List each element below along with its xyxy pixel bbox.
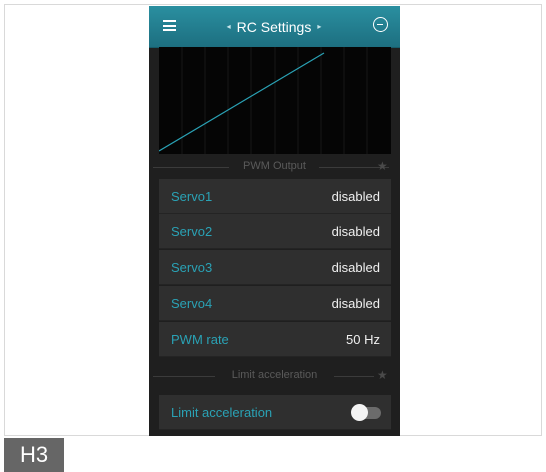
phone-screen: ◂ RC Settings ▸ PWM Output ★ Servo1 disa… — [149, 6, 400, 436]
row-value: 50 Hz — [346, 332, 380, 347]
response-curve-graph — [159, 47, 391, 154]
prev-page-arrow-icon[interactable]: ◂ — [227, 22, 231, 31]
section-title: PWM Output — [243, 160, 306, 172]
row-value: disabled — [331, 260, 380, 275]
section-title: Limit acceleration — [231, 369, 318, 381]
row-value: disabled — [331, 296, 380, 311]
toggle-knob — [351, 404, 368, 421]
list-item-servo4[interactable]: Servo4 disabled — [159, 286, 391, 321]
section-header-limit-acceleration: Limit acceleration ★ — [149, 366, 400, 386]
row-label: Servo1 — [171, 189, 213, 204]
row-label: Servo2 — [171, 224, 213, 239]
star-icon[interactable]: ★ — [377, 368, 388, 382]
section-header-pwm-output: PWM Output ★ — [149, 157, 400, 177]
list-item-pwm-rate[interactable]: PWM rate 50 Hz — [159, 322, 391, 357]
list-item-limit-acceleration[interactable]: Limit acceleration — [159, 395, 391, 430]
minus-circle-icon[interactable] — [373, 17, 388, 32]
list-item-servo1[interactable]: Servo1 disabled — [159, 179, 391, 214]
row-label: PWM rate — [171, 332, 229, 347]
limit-acceleration-toggle[interactable] — [351, 404, 382, 421]
star-icon[interactable]: ★ — [377, 159, 388, 173]
row-label: Limit acceleration — [171, 405, 273, 420]
section-tag: H3 — [4, 438, 64, 472]
list-item-servo2[interactable]: Servo2 disabled — [159, 214, 391, 249]
top-app-bar: ◂ RC Settings ▸ — [149, 6, 400, 48]
next-page-arrow-icon[interactable]: ▸ — [317, 22, 321, 31]
response-curve-svg — [159, 47, 368, 154]
hamburger-menu-icon[interactable] — [163, 20, 176, 31]
row-label: Servo4 — [171, 296, 213, 311]
response-curve-line — [159, 52, 325, 152]
list-item-servo3[interactable]: Servo3 disabled — [159, 250, 391, 285]
row-value: disabled — [331, 224, 380, 239]
graph-grid — [181, 47, 368, 154]
row-label: Servo3 — [171, 260, 213, 275]
row-value: disabled — [331, 189, 380, 204]
page-title: RC Settings — [236, 18, 312, 35]
title-switcher: ◂ RC Settings ▸ — [199, 6, 349, 47]
